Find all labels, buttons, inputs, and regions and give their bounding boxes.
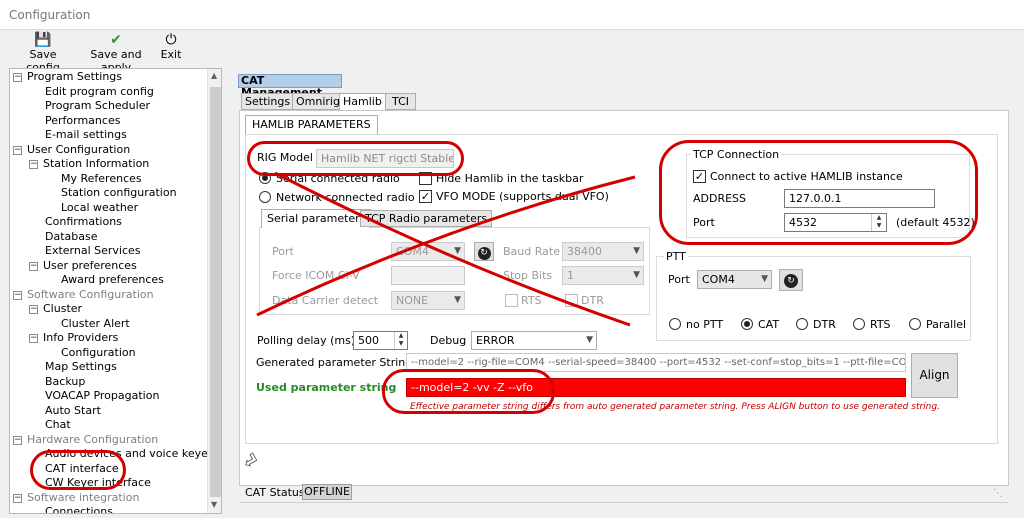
status-divider xyxy=(239,502,1009,503)
scroll-down-icon[interactable]: ▼ xyxy=(211,500,217,509)
debug-value: ERROR xyxy=(476,334,515,347)
annotation-tcp-connection xyxy=(659,140,978,245)
tree-item[interactable]: Program Scheduler xyxy=(45,99,150,113)
tab-omnirig[interactable]: Omnirig xyxy=(292,93,344,110)
ptt-port-select[interactable]: COM4 ▼ xyxy=(697,270,772,289)
tree-expander-icon[interactable]: − xyxy=(29,160,38,169)
tree-item[interactable]: Cluster xyxy=(43,302,82,316)
tree-item[interactable]: User Configuration xyxy=(27,143,130,157)
tree-item[interactable]: Database xyxy=(45,230,98,244)
tree-item[interactable]: Cluster Alert xyxy=(61,317,130,331)
debug-label: Debug xyxy=(430,334,467,347)
tree-item[interactable]: Hardware Configuration xyxy=(27,433,158,447)
tree-item[interactable]: Map Settings xyxy=(45,360,117,374)
power-icon: ⏻ xyxy=(165,32,177,48)
tab-hamlib[interactable]: Hamlib xyxy=(339,93,386,111)
annotation-cross-out xyxy=(256,171,636,327)
tab-tci[interactable]: TCI xyxy=(385,93,416,110)
scrollbar-thumb[interactable] xyxy=(210,87,221,497)
ptt-cat-label: CAT xyxy=(758,318,780,331)
tree-expander-icon[interactable]: − xyxy=(13,435,22,445)
tree-item[interactable]: Program Settings xyxy=(27,70,122,84)
align-button[interactable]: Align xyxy=(911,353,958,398)
tree-item[interactable]: Station configuration xyxy=(61,186,177,200)
generated-string-label: Generated parameter String xyxy=(256,356,413,369)
settings-tree: − Program Settings Edit program config Prog… xyxy=(9,68,222,514)
resize-grip-icon[interactable]: ⋱ xyxy=(993,488,1003,499)
tree-item[interactable]: External Services xyxy=(45,244,141,258)
used-string-label: Used parameter string xyxy=(256,381,397,394)
ptt-refresh-button[interactable]: ↻ xyxy=(779,269,803,291)
tree-item[interactable]: Edit program config xyxy=(45,85,154,99)
tree-expander-icon[interactable]: − xyxy=(29,261,38,271)
annotation-cat-interface xyxy=(30,450,126,490)
cat-status-badge: OFFLINE xyxy=(302,484,352,500)
tree-expander-icon[interactable]: − xyxy=(13,290,22,300)
tree-item[interactable]: Confirmations xyxy=(45,215,122,229)
ptt-cat-option[interactable] xyxy=(741,318,753,330)
refresh-icon: ↻ xyxy=(784,274,798,288)
tree-expander-icon[interactable]: − xyxy=(13,493,22,503)
tree-expander-icon[interactable]: − xyxy=(29,305,38,314)
tree-item[interactable]: Station Information xyxy=(43,157,149,171)
cat-status-label: CAT Status: xyxy=(245,486,309,499)
tree-item[interactable]: Software Configuration xyxy=(27,288,154,302)
scroll-up-icon[interactable]: ▲ xyxy=(211,71,217,80)
tab-settings[interactable]: Settings xyxy=(241,93,295,110)
exit-label: Exit xyxy=(160,48,182,61)
ptt-parallel-label: Parallel xyxy=(926,318,967,331)
tree-item[interactable]: Backup xyxy=(45,375,85,389)
save-icon: 💾 xyxy=(34,32,52,48)
tree-expander-icon[interactable]: − xyxy=(29,334,38,343)
tree-item[interactable]: Chat xyxy=(45,418,71,432)
tree-item[interactable]: VOACAP Propagation xyxy=(45,389,159,403)
ptt-port-label: Port xyxy=(668,273,690,286)
ptt-rts-label: RTS xyxy=(870,318,891,331)
check-icon: ✔ xyxy=(110,32,122,48)
tree-item[interactable]: My References xyxy=(61,172,142,186)
tab-hamlib-parameters[interactable]: HAMLIB PARAMETERS xyxy=(245,115,378,135)
polling-delay-label: Polling delay (ms) xyxy=(257,334,356,347)
title-bar: Configuration xyxy=(0,0,1024,30)
chevron-down-icon: ▼ xyxy=(761,274,768,284)
tree-item[interactable]: Connections xyxy=(45,505,113,513)
tree-scrollbar[interactable]: ▲ ▼ xyxy=(207,69,221,513)
toolbar: 💾 Save config ✔ Save and apply ⏻ Exit xyxy=(0,30,1024,74)
ptt-dtr-label: DTR xyxy=(813,318,836,331)
tree-item[interactable]: Local weather xyxy=(61,201,138,215)
tree-item[interactable]: Software integration xyxy=(27,491,139,505)
exit-button[interactable]: ⏻ Exit xyxy=(158,32,184,61)
annotation-used-string xyxy=(382,369,555,414)
ptt-none-option[interactable] xyxy=(669,318,681,330)
tree-item[interactable]: E-mail settings xyxy=(45,128,127,142)
ptt-port-value: COM4 xyxy=(702,273,735,286)
tree-item[interactable]: Configuration xyxy=(61,346,136,360)
ptt-parallel-option[interactable] xyxy=(909,318,921,330)
tree-item[interactable]: Performances xyxy=(45,114,120,128)
tree-item[interactable]: Award preferences xyxy=(61,273,164,287)
cat-management-header: CAT Management xyxy=(238,74,342,99)
window-title: Configuration xyxy=(9,8,91,22)
tree-expander-icon[interactable]: − xyxy=(13,73,22,82)
ptt-none-label: no PTT xyxy=(686,318,724,331)
tree-item[interactable]: User preferences xyxy=(43,259,137,273)
tree-item[interactable]: Info Providers xyxy=(43,331,118,345)
ptt-dtr-option[interactable] xyxy=(796,318,808,330)
tree-item[interactable]: Auto Start xyxy=(45,404,101,418)
ptt-title: PTT xyxy=(664,250,688,264)
tree-expander-icon[interactable]: − xyxy=(13,145,22,155)
ptt-rts-option[interactable] xyxy=(853,318,865,330)
